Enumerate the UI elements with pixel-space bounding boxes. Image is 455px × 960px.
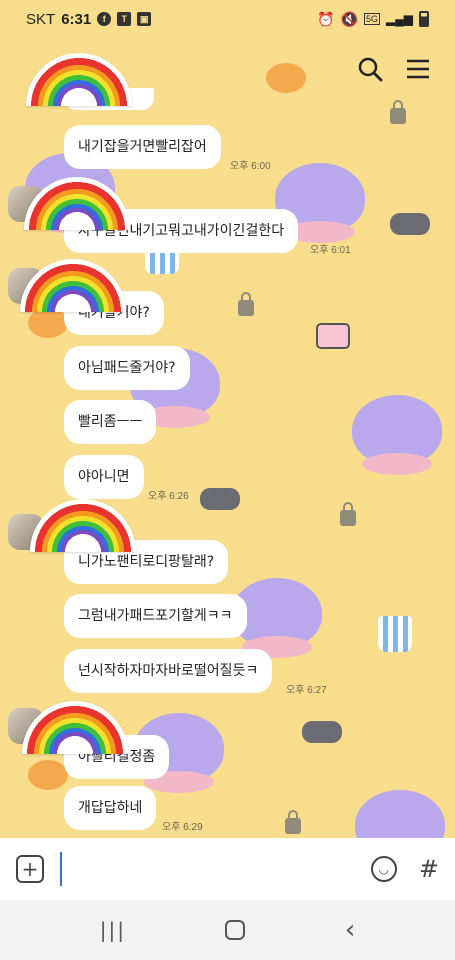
hippo-sticker: [355, 790, 445, 838]
clock-label: 6:31: [61, 10, 92, 28]
message-input[interactable]: [60, 852, 349, 886]
message-bubble[interactable]: 개답답하네: [64, 786, 157, 830]
lock-icon: [390, 100, 406, 124]
battery-icon: [419, 11, 429, 27]
rainbow-sticker: [20, 256, 126, 312]
rainbow-sticker: [30, 496, 136, 552]
binoculars-sticker: [390, 213, 430, 235]
recent-apps-icon[interactable]: |||: [100, 918, 126, 942]
message-input-bar: + ◡ #: [0, 838, 455, 900]
message-bubble[interactable]: 야아니면: [64, 455, 144, 499]
message-time: 오후 6:27: [286, 685, 327, 696]
lock-icon: [238, 292, 254, 316]
5g-icon: 5G: [364, 13, 381, 25]
camera-sticker: [316, 323, 350, 349]
popcorn-sticker: [378, 616, 412, 652]
talk-icon: T: [117, 12, 132, 26]
message-time: 오후 6:29: [162, 822, 203, 833]
mute-icon: 🔇: [340, 10, 359, 27]
carrier-label: SKT: [26, 10, 56, 28]
facebook-icon: f: [97, 12, 112, 26]
message-bubble[interactable]: 아님패드줄거야?: [64, 346, 190, 390]
hashtag-icon: #: [418, 855, 439, 883]
hippo-sticker: [352, 395, 442, 475]
home-icon[interactable]: [225, 920, 246, 940]
rainbow-sticker: [22, 698, 128, 754]
lock-icon: [340, 502, 356, 526]
search-icon[interactable]: [357, 56, 383, 82]
message-bubble[interactable]: 넌시작하자마자바로떨어질듯ㅋ: [64, 649, 273, 693]
bread-sticker: [28, 760, 68, 790]
menu-icon[interactable]: [405, 56, 431, 82]
message-time: 오후 6:26: [148, 491, 189, 502]
plus-icon: +: [21, 857, 39, 881]
add-attachment-button[interactable]: +: [16, 855, 44, 883]
message-bubble[interactable]: 그럼내가패드포기할게ㅋㅋ: [64, 594, 247, 638]
message-time: 오후 6:01: [310, 245, 351, 256]
image-icon: ▣: [137, 12, 152, 26]
bread-sticker: [266, 63, 306, 93]
signal-icon: ▂▄▆: [386, 12, 413, 26]
status-bar: SKT 6:31 f T ▣ ⏰ 🔇 5G ▂▄▆: [0, 0, 455, 38]
emoji-button[interactable]: ◡: [370, 856, 397, 882]
rainbow-sticker: [20, 44, 138, 106]
hashtag-button[interactable]: #: [419, 855, 439, 883]
smiley-icon: ◡: [378, 862, 390, 876]
system-nav-bar: ||| ‹: [0, 900, 455, 960]
status-right: ⏰ 🔇 5G ▂▄▆: [317, 11, 429, 28]
status-left: SKT 6:31 f T ▣: [26, 10, 152, 28]
chat-area[interactable]: 내기잡을거면빨리잡어 오후 6:00 자꾸끌면내기고뭐고내가이긴걸한다 오후 6…: [0, 38, 455, 838]
back-icon[interactable]: ‹: [345, 915, 355, 945]
bread-sticker: [28, 308, 68, 338]
lock-icon: [285, 810, 301, 834]
chat-header-icons: [357, 56, 431, 82]
binoculars-sticker: [302, 721, 342, 743]
message-bubble[interactable]: 빨리좀ㅡㅡ: [64, 400, 157, 444]
message-bubble[interactable]: 내기잡을거면빨리잡어: [64, 125, 221, 169]
binoculars-sticker: [200, 488, 240, 510]
message-time: 오후 6:00: [230, 161, 271, 172]
alarm-icon: ⏰: [317, 10, 335, 27]
